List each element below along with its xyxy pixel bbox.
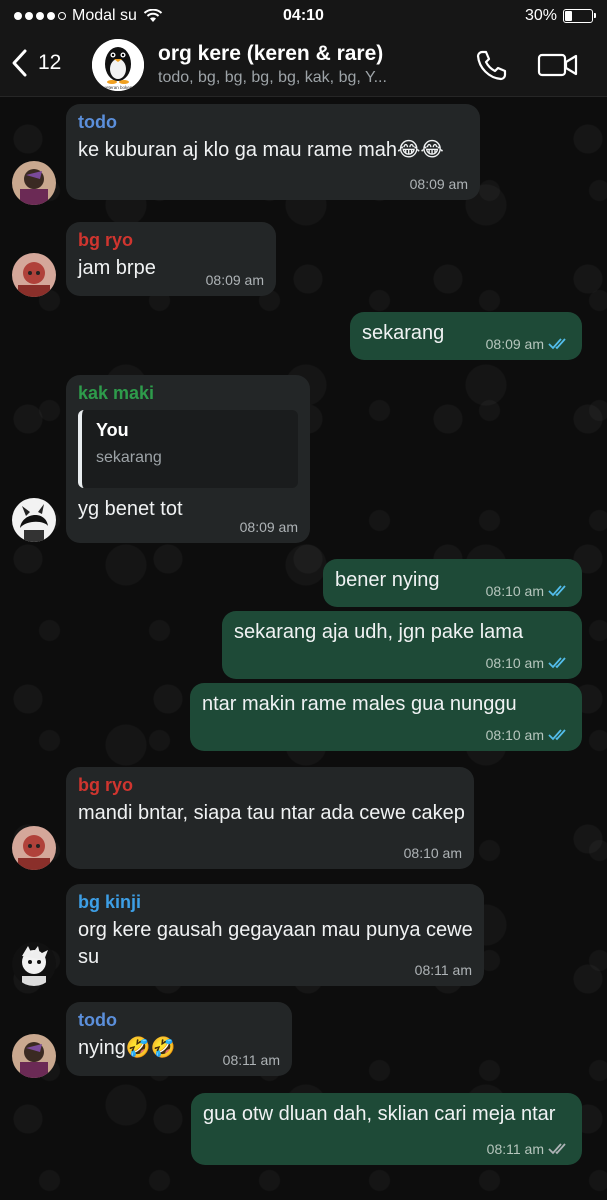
- voice-call-icon[interactable]: [473, 46, 511, 84]
- chat-header: 12 veteran bokep org kere (keren & rare)…: [0, 34, 607, 97]
- status-time: 04:10: [283, 7, 324, 24]
- message-time: 08:10 am: [486, 583, 570, 599]
- battery-percent: 30%: [524, 7, 557, 24]
- sender-name[interactable]: bg kinji: [78, 892, 472, 913]
- video-call-icon[interactable]: [536, 46, 580, 84]
- status-bar: Modal su 04:10 30%: [0, 0, 607, 34]
- status-right: 30%: [524, 7, 596, 25]
- read-ticks-icon: [548, 585, 566, 597]
- group-avatar[interactable]: veteran bokep: [92, 39, 144, 91]
- message-time: 08:09 am: [239, 519, 298, 535]
- message-bubble[interactable]: kak maki You sekarang yg benet tot 08:09…: [66, 375, 310, 543]
- group-title[interactable]: org kere (keren & rare): [158, 42, 383, 66]
- message-text: ntar makin rame males gua nunggu: [202, 693, 517, 715]
- message-bubble[interactable]: todo nying🤣🤣 08:11 am: [66, 1002, 292, 1076]
- unread-count: 12: [38, 51, 62, 74]
- read-ticks-icon: [548, 657, 566, 669]
- message-time: 08:10 am: [403, 845, 462, 861]
- message-time: 08:11 am: [487, 1141, 570, 1157]
- avatar-bg-kinji[interactable]: [12, 942, 56, 986]
- read-ticks-icon: [548, 338, 566, 350]
- sender-name[interactable]: bg ryo: [78, 775, 462, 796]
- message-time: 08:09 am: [409, 176, 468, 192]
- message-text: gua otw dluan dah, sklian cari meja ntar: [203, 1103, 556, 1125]
- avatar-todo[interactable]: [12, 161, 56, 205]
- message-bubble-outgoing[interactable]: gua otw dluan dah, sklian cari meja ntar…: [191, 1093, 582, 1165]
- message-time: 08:09 am: [205, 272, 264, 288]
- message-bubble[interactable]: bg ryo jam brpe 08:09 am: [66, 222, 276, 296]
- message-time: 08:11 am: [222, 1052, 280, 1068]
- delivered-ticks-icon: [548, 1143, 566, 1155]
- svg-text:veteran bokep: veteran bokep: [104, 85, 133, 90]
- message-time: 08:10 am: [486, 655, 570, 671]
- read-ticks-icon: [548, 729, 566, 741]
- back-button[interactable]: 12: [10, 48, 61, 78]
- message-bubble-outgoing[interactable]: bener nying 08:10 am: [323, 559, 582, 607]
- sender-name[interactable]: todo: [78, 112, 468, 133]
- quoted-author: You: [96, 420, 129, 440]
- message-bubble[interactable]: bg kinji org kere gausah gegayaan mau pu…: [66, 884, 484, 986]
- message-bubble-outgoing[interactable]: sekarang 08:09 am: [350, 312, 582, 360]
- message-bubble[interactable]: todo ke kuburan aj klo ga mau rame mah😂😂…: [66, 104, 480, 200]
- avatar-kak-maki[interactable]: [12, 498, 56, 542]
- chevron-left-icon: [12, 49, 27, 77]
- sender-name[interactable]: todo: [78, 1010, 280, 1031]
- message-text: mandi bntar, siapa tau ntar ada cewe cak…: [78, 802, 465, 824]
- penguin-avatar-icon: veteran bokep: [92, 39, 144, 91]
- quoted-message[interactable]: You sekarang: [78, 410, 298, 488]
- quoted-text: sekarang: [96, 449, 162, 466]
- message-time: 08:09 am: [486, 336, 570, 352]
- message-text: sekarang aja udh, jgn pake lama: [234, 621, 524, 643]
- battery-icon: [563, 9, 596, 23]
- message-bubble-outgoing[interactable]: ntar makin rame males gua nunggu 08:10 a…: [190, 683, 582, 751]
- avatar-bg-ryo[interactable]: [12, 253, 56, 297]
- sender-name[interactable]: bg ryo: [78, 230, 264, 251]
- message-text: ke kuburan aj klo ga mau rame mah😂😂: [78, 139, 444, 161]
- group-members[interactable]: todo, bg, bg, bg, bg, kak, bg, Y...: [158, 69, 458, 87]
- message-time: 08:10 am: [486, 727, 570, 743]
- avatar-todo[interactable]: [12, 1034, 56, 1078]
- message-bubble-outgoing[interactable]: sekarang aja udh, jgn pake lama 08:10 am: [222, 611, 582, 679]
- sender-name[interactable]: kak maki: [78, 383, 298, 404]
- avatar-bg-ryo[interactable]: [12, 826, 56, 870]
- message-bubble[interactable]: bg ryo mandi bntar, siapa tau ntar ada c…: [66, 767, 474, 869]
- message-time: 08:11 am: [414, 962, 472, 978]
